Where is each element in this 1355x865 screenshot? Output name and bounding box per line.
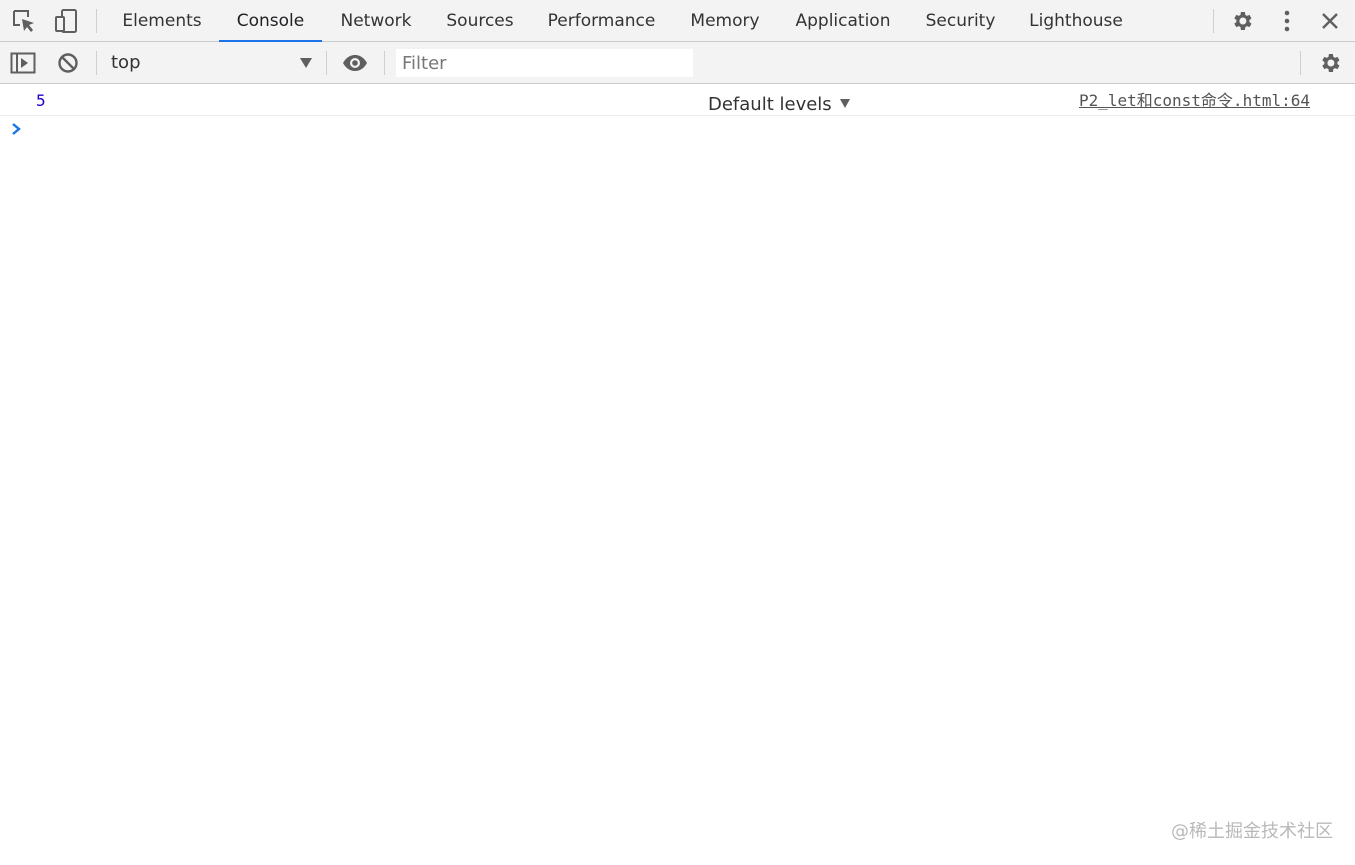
filter-input[interactable]	[396, 49, 693, 77]
console-message: 5 P2_let和const命令.html:64	[0, 85, 1355, 116]
toolbar-divider	[384, 51, 385, 75]
tab-network[interactable]: Network	[328, 0, 424, 41]
tab-sources[interactable]: Sources	[436, 0, 524, 41]
console-message-source-link[interactable]: P2_let和const命令.html:64	[1079, 85, 1310, 117]
close-icon[interactable]	[1316, 7, 1344, 35]
context-selector[interactable]: top	[100, 46, 322, 80]
toolbar-divider	[96, 9, 97, 33]
sidebar-toggle-icon[interactable]	[9, 49, 37, 77]
context-label: top	[111, 52, 141, 73]
console-settings-gear-icon[interactable]	[1316, 49, 1344, 77]
tab-application[interactable]: Application	[784, 0, 902, 41]
tab-lighthouse[interactable]: Lighthouse	[1018, 0, 1134, 41]
console-prompt[interactable]	[0, 117, 1355, 145]
inspect-element-icon[interactable]	[10, 7, 38, 35]
chevron-right-icon	[10, 121, 24, 141]
watermark: @稀土掘金技术社区	[1171, 821, 1333, 842]
device-toolbar-icon[interactable]	[52, 7, 80, 35]
console-message-value: 5	[36, 91, 46, 110]
toolbar-divider	[1300, 51, 1301, 75]
tab-memory[interactable]: Memory	[678, 0, 772, 41]
tab-console[interactable]: Console	[219, 0, 322, 42]
kebab-menu-icon[interactable]	[1274, 7, 1300, 35]
toolbar-divider	[1213, 9, 1214, 33]
tab-elements[interactable]: Elements	[112, 0, 212, 41]
toolbar-divider	[96, 51, 97, 75]
eye-icon[interactable]	[340, 49, 370, 77]
tab-security[interactable]: Security	[915, 0, 1006, 41]
dropdown-arrow-icon	[300, 58, 312, 68]
toolbar-divider	[326, 51, 327, 75]
devtools-tab-bar: Elements Console Network Sources Perform…	[0, 0, 1355, 42]
gear-icon[interactable]	[1228, 7, 1256, 35]
tab-performance[interactable]: Performance	[537, 0, 666, 41]
clear-console-icon[interactable]	[54, 49, 82, 77]
